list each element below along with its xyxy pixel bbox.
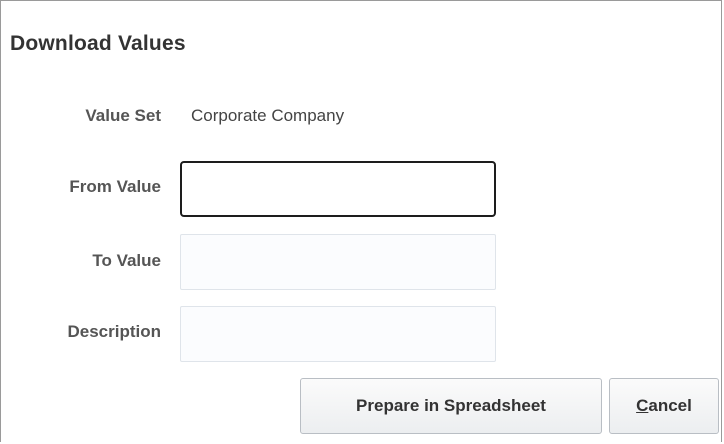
from-value-label: From Value: [69, 177, 161, 196]
cancel-button[interactable]: Cancel: [609, 378, 719, 434]
cancel-label-rest: ancel: [648, 396, 692, 415]
prepare-button-label: Prepare in Spreadsheet: [356, 396, 546, 415]
download-values-dialog: Download Values Value Set Corporate Comp…: [0, 0, 722, 442]
value-set-value: Corporate Company: [191, 106, 345, 125]
from-value-input[interactable]: [180, 161, 496, 217]
to-value-input[interactable]: [180, 234, 496, 290]
to-value-label: To Value: [92, 251, 161, 270]
dialog-title: Download Values: [10, 32, 186, 55]
cancel-mnemonic: C: [636, 396, 649, 415]
description-input[interactable]: [180, 306, 496, 362]
value-set-label: Value Set: [85, 106, 161, 125]
prepare-in-spreadsheet-button[interactable]: Prepare in Spreadsheet: [300, 378, 602, 434]
description-label: Description: [67, 322, 161, 341]
